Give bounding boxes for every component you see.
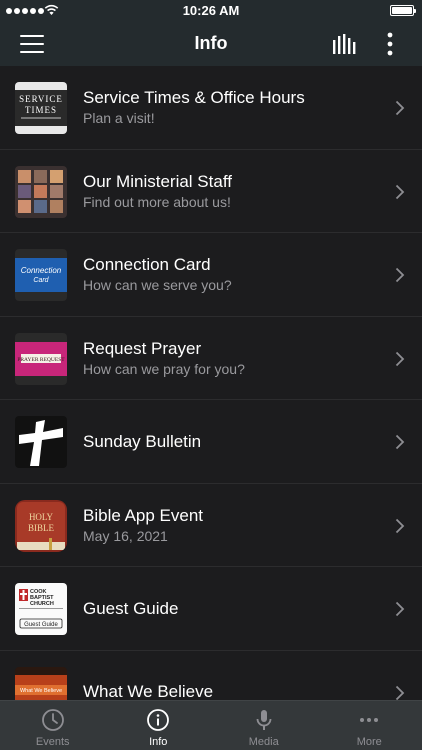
tab-label: More [356,736,382,748]
info-icon [147,709,170,731]
list-item-title: Guest Guide [83,598,179,618]
list-item-subtitle: How can we serve you? [83,277,232,294]
list-item-bible-app-event[interactable]: HOLY BIBLE Bible App Event May 16, 2021 [0,484,422,567]
list-item-ministerial-staff[interactable]: Our Ministerial Staff Find out more abou… [0,150,422,233]
list-item-subtitle: Plan a visit! [83,110,155,127]
list-item-service-times[interactable]: SERVICE TIMES Service Times & Office Hou… [0,66,422,150]
prayer-request-thumbnail: PRAYER REQUEST [15,332,67,385]
list-item-title: What We Believe [83,682,214,700]
info-list: SERVICE TIMES Service Times & Office Hou… [0,66,422,700]
thumb-service-line2: TIMES [25,105,57,115]
list-item-title: Request Prayer [83,338,202,358]
chevron-right-icon [395,685,405,700]
tab-bar: Events Info Media More [0,700,422,750]
tab-label: Info [149,736,168,748]
tab-events[interactable]: Events [0,701,106,750]
audio-bars-icon[interactable] [332,34,358,54]
chevron-right-icon [395,518,405,533]
list-item-sunday-bulletin[interactable]: Sunday Bulletin [0,400,422,484]
bible-app-thumbnail: HOLY BIBLE [15,499,67,552]
page-title: Info [194,33,228,53]
nav-bar: Info [0,22,422,66]
list-item-title: Our Ministerial Staff [83,171,232,191]
thumb-guest-line3: CHURCH [30,601,54,607]
list-item-title: Sunday Bulletin [83,431,202,451]
ellipsis-icon [360,718,379,722]
thumb-service-line1: SERVICE [19,94,63,104]
thumb-believe-text: What We Believe [20,688,62,694]
battery-icon [390,5,416,16]
microphone-icon [256,710,272,730]
connection-card-thumbnail: Connection Card [15,249,67,301]
chevron-right-icon [395,267,405,283]
thumb-bible-line1: HOLY [29,512,54,522]
thumb-guest-label: Guest Guide [24,622,58,628]
chevron-right-icon [395,100,405,116]
tab-label: Media [248,736,279,748]
thumb-bible-line2: BIBLE [28,523,55,533]
list-item-guest-guide[interactable]: COOK BAPTIST CHURCH Guest Guide Guest Gu… [0,567,422,651]
tab-media[interactable]: Media [211,701,317,750]
vertical-more-icon[interactable] [380,32,400,56]
list-item-subtitle: May 16, 2021 [83,527,168,544]
list-item-request-prayer[interactable]: PRAYER REQUEST Request Prayer How can we… [0,317,422,400]
chevron-right-icon [395,351,405,366]
list-item-what-we-believe[interactable]: What We Believe What We Believe [0,651,422,700]
service-times-thumbnail: SERVICE TIMES [15,82,67,134]
list-item-title: Connection Card [83,255,211,275]
thumb-prayer-text: PRAYER REQUEST [17,357,65,363]
list-item-title: Service Times & Office Hours [83,88,305,108]
thumb-connection-line1: Connection [21,266,62,275]
status-bar: 10:26 AM [0,0,422,22]
list-item-subtitle: How can we pray for you? [83,360,245,377]
chevron-right-icon [395,434,405,450]
tab-info[interactable]: Info [106,701,212,750]
thumb-connection-line2: Card [33,277,49,284]
cross-thumbnail [15,416,67,468]
clock-icon [41,709,64,731]
tab-more[interactable]: More [317,701,422,750]
what-we-believe-thumbnail: What We Believe [15,666,67,700]
chevron-right-icon [395,601,405,617]
list-item-title: Bible App Event [83,505,204,525]
guest-guide-thumbnail: COOK BAPTIST CHURCH Guest Guide [15,583,67,635]
tab-label: Events [35,736,70,748]
status-time: 10:26 AM [182,3,240,18]
chevron-right-icon [395,184,405,199]
staff-photos-thumbnail [15,165,67,218]
list-item-subtitle: Find out more about us! [83,193,231,210]
list-item-connection-card[interactable]: Connection Card Connection Card How can … [0,233,422,317]
